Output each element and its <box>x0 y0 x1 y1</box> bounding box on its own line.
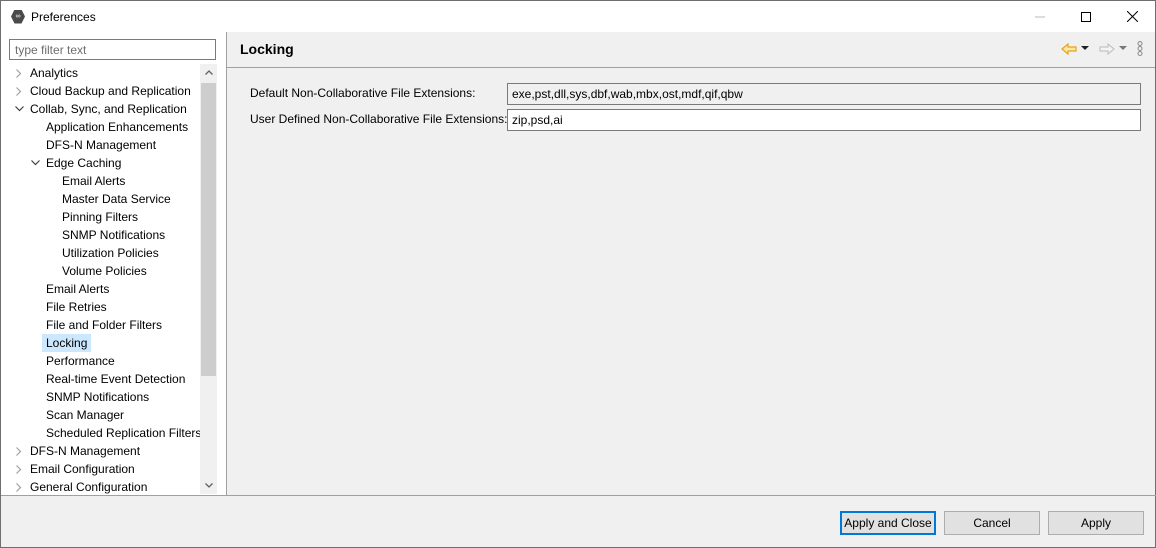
tree-item-label: File and Folder Filters <box>46 318 163 332</box>
apply-and-close-button[interactable]: Apply and Close <box>840 511 936 535</box>
close-icon <box>1126 11 1138 22</box>
tree-item[interactable]: Master Data Service <box>1 190 200 208</box>
back-history-dropdown[interactable] <box>1081 46 1089 51</box>
forward-history-dropdown[interactable] <box>1119 46 1127 51</box>
minimize-icon <box>1035 16 1045 17</box>
user-extensions-label: User Defined Non-Collaborative File Exte… <box>250 112 508 126</box>
back-button[interactable] <box>1061 42 1077 55</box>
tree-item[interactable]: Utilization Policies <box>1 244 200 262</box>
tree-item[interactable]: Performance <box>1 352 200 370</box>
preference-page: Locking Default Non-Collaborative File E… <box>227 32 1155 495</box>
tree-item-label: Pinning Filters <box>62 210 139 224</box>
tree-scrollbar[interactable] <box>200 64 217 494</box>
tree-item-label: SNMP Notifications <box>46 390 150 404</box>
tree-item[interactable]: Cloud Backup and Replication <box>1 82 200 100</box>
close-button[interactable] <box>1109 1 1155 32</box>
forward-button[interactable] <box>1099 42 1115 55</box>
tree-item[interactable]: Analytics <box>1 64 200 82</box>
tree-item[interactable]: Email Alerts <box>1 172 200 190</box>
more-options-button[interactable] <box>1137 41 1143 56</box>
back-dropdown-icon <box>1081 46 1089 50</box>
maximize-button[interactable] <box>1063 1 1109 32</box>
tree-item-label: Email Configuration <box>30 462 135 476</box>
default-extensions-field[interactable] <box>507 83 1141 105</box>
scroll-down-button[interactable] <box>200 477 217 494</box>
tree-item-label: Real-time Event Detection <box>46 372 186 386</box>
tree-item-label: Collab, Sync, and Replication <box>30 102 187 116</box>
page-title: Locking <box>240 41 294 57</box>
chevron-right-icon[interactable] <box>13 82 25 100</box>
tree-item[interactable]: Email Alerts <box>1 280 200 298</box>
filter-input[interactable] <box>9 39 216 60</box>
tree-item-label: General Configuration <box>30 480 148 494</box>
chevron-right-icon[interactable] <box>13 64 25 82</box>
back-arrow-icon <box>1061 42 1077 55</box>
tree-item-label: Utilization Policies <box>62 246 159 260</box>
preference-tree: Analytics Cloud Backup and Replication Col… <box>1 64 200 494</box>
tree-item[interactable]: Scan Manager <box>1 406 200 424</box>
scroll-up-button[interactable] <box>200 64 217 81</box>
default-extensions-label: Default Non-Collaborative File Extension… <box>250 86 476 100</box>
chevron-down-icon[interactable] <box>29 154 41 172</box>
chevron-down-icon[interactable] <box>13 100 25 118</box>
chevron-up-icon <box>204 70 213 75</box>
window-title: Preferences <box>31 9 96 24</box>
tree-item-label: Email Alerts <box>62 174 126 188</box>
tree-item[interactable]: File Retries <box>1 298 200 316</box>
tree-item-label: File Retries <box>46 300 107 314</box>
chevron-right-icon[interactable] <box>13 442 25 460</box>
chevron-right-icon[interactable] <box>13 478 25 494</box>
chevron-right-icon[interactable] <box>13 460 25 478</box>
tree-item-label: DFS-N Management <box>46 138 157 152</box>
user-extensions-field[interactable] <box>507 109 1141 131</box>
tree-item-label: Email Alerts <box>46 282 110 296</box>
tree-item-label: Scheduled Replication Filters <box>46 426 200 440</box>
app-logo-icon: ∞ <box>11 9 25 24</box>
tree-item[interactable]: SNMP Notifications <box>1 388 200 406</box>
tree-item-label: Cloud Backup and Replication <box>30 84 191 98</box>
title-bar: ∞ Preferences <box>1 1 1155 32</box>
tree-item[interactable]: Real-time Event Detection <box>1 370 200 388</box>
tree-item-label: Volume Policies <box>62 264 147 278</box>
tree-item[interactable]: Locking <box>1 334 200 352</box>
preferences-window: ∞ Preferences Analytics Cloud Backup and … <box>0 0 1156 548</box>
tree-item[interactable]: File and Folder Filters <box>1 316 200 334</box>
tree-item[interactable]: Volume Policies <box>1 262 200 280</box>
tree-item[interactable]: DFS-N Management <box>1 136 200 154</box>
page-header: Locking <box>227 32 1155 68</box>
page-navigation <box>1061 41 1143 56</box>
tree-item-label: Performance <box>46 354 115 368</box>
more-options-icon <box>1137 41 1143 56</box>
forward-arrow-icon <box>1099 42 1115 55</box>
tree-item[interactable]: Email Configuration <box>1 460 200 478</box>
tree-item[interactable]: DFS-N Management <box>1 442 200 460</box>
tree-item-label: Locking <box>42 334 92 352</box>
cancel-button[interactable]: Cancel <box>944 511 1040 535</box>
preference-tree-pane: Analytics Cloud Backup and Replication Col… <box>1 32 226 495</box>
tree-item-label: Master Data Service <box>62 192 171 206</box>
tree-item-label: Application Enhancements <box>46 120 189 134</box>
tree-item[interactable]: Collab, Sync, and Replication <box>1 100 200 118</box>
scroll-thumb[interactable] <box>201 83 216 376</box>
tree-item[interactable]: Application Enhancements <box>1 118 200 136</box>
forward-dropdown-icon <box>1119 46 1127 50</box>
tree-item[interactable]: General Configuration <box>1 478 200 494</box>
minimize-button[interactable] <box>1017 1 1063 32</box>
tree-item[interactable]: Scheduled Replication Filters <box>1 424 200 442</box>
tree-item-label: DFS-N Management <box>30 444 141 458</box>
tree-item-label: Scan Manager <box>46 408 125 422</box>
maximize-icon <box>1081 11 1091 22</box>
tree-item-label: SNMP Notifications <box>62 228 166 242</box>
apply-button[interactable]: Apply <box>1048 511 1144 535</box>
tree-item-label: Edge Caching <box>46 156 122 170</box>
tree-item-label: Analytics <box>30 66 79 80</box>
tree-item[interactable]: Pinning Filters <box>1 208 200 226</box>
button-bar: Apply and Close Cancel Apply <box>1 496 1155 547</box>
window-controls <box>1017 1 1155 32</box>
tree-item[interactable]: Edge Caching <box>1 154 200 172</box>
tree-item[interactable]: SNMP Notifications <box>1 226 200 244</box>
chevron-down-icon <box>204 483 213 488</box>
